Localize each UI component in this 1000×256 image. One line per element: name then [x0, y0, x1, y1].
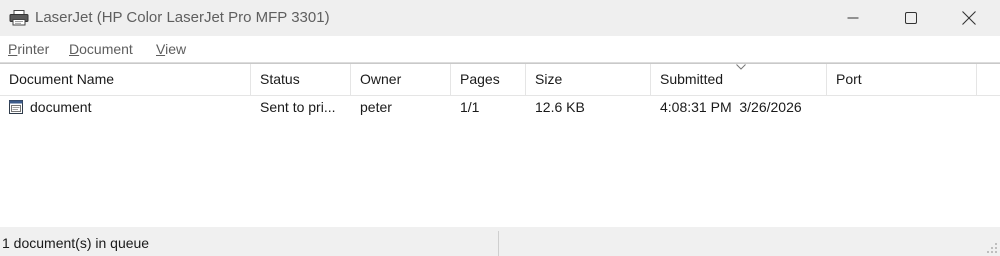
column-header-document-name[interactable]: Document Name [0, 64, 251, 95]
column-header-size[interactable]: Size [526, 64, 651, 95]
status-divider [498, 231, 499, 256]
menu-bar: Printer Document View [0, 36, 1000, 63]
column-header-pages[interactable]: Pages [451, 64, 526, 95]
column-header-row: Document Name Status Owner Pages Size Su… [0, 64, 1000, 96]
cell-owner: peter [360, 99, 392, 115]
printer-icon [9, 10, 29, 26]
sort-down-icon [736, 64, 746, 70]
cell-port [836, 96, 974, 118]
minimize-icon [847, 17, 859, 19]
menu-printer[interactable]: Printer [8, 41, 49, 57]
title-bar[interactable]: LaserJet (HP Color LaserJet Pro MFP 3301… [0, 0, 1000, 36]
menu-document[interactable]: Document [69, 41, 133, 57]
resize-grip-icon[interactable] [986, 242, 998, 254]
window-title: LaserJet (HP Color LaserJet Pro MFP 3301… [35, 9, 330, 26]
close-icon [962, 11, 976, 25]
status-text: 1 document(s) in queue [2, 235, 150, 251]
maximize-icon [905, 12, 917, 24]
menu-view[interactable]: View [156, 41, 186, 57]
print-queue-list[interactable]: Document Name Status Owner Pages Size Su… [0, 63, 1000, 228]
document-icon [9, 100, 23, 114]
cell-pages: 1/1 [460, 99, 480, 115]
close-button[interactable] [940, 0, 998, 36]
maximize-button[interactable] [882, 0, 940, 36]
cell-status: Sent to pri... [260, 99, 336, 115]
column-header-owner[interactable]: Owner [351, 64, 451, 95]
cell-submitted: 4:08:31 PM 3/26/2026 [660, 99, 802, 115]
minimize-button[interactable] [824, 0, 882, 36]
menu-document-label: ocument [79, 41, 133, 57]
menu-document-accel: D [69, 41, 80, 57]
column-header-status[interactable]: Status [251, 64, 351, 95]
menu-printer-label: rinter [17, 41, 50, 57]
cell-document-name: document [30, 99, 92, 115]
column-header-port[interactable]: Port [827, 64, 977, 95]
status-bar: 1 document(s) in queue [0, 227, 1000, 256]
table-row[interactable]: document Sent to pri... peter 1/1 12.6 K… [0, 96, 1000, 118]
menu-view-accel: V [156, 41, 166, 57]
cell-size: 12.6 KB [535, 99, 585, 115]
menu-printer-accel: P [8, 41, 18, 57]
menu-view-label: iew [165, 41, 187, 57]
